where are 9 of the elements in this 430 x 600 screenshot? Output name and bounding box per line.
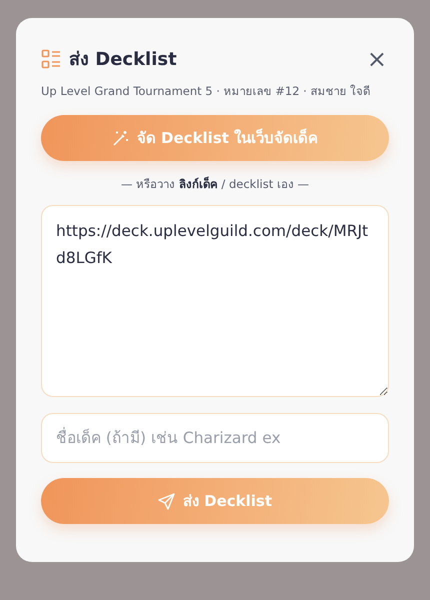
dialog-title: ส่ง Decklist <box>69 48 178 72</box>
list-icon <box>41 48 61 68</box>
close-button[interactable]: × <box>364 46 389 70</box>
decklist-field[interactable]: https://deck.uplevelguild.com/deck/MRJtd8LGfK <box>41 205 389 397</box>
divider-text: — หรือวาง ลิงก์เด็ค / decklist เอง — <box>120 176 310 193</box>
send-icon <box>158 492 175 510</box>
deck-name-field[interactable]: ชื่อเด็ค (ถ้ามี) เช่น Charizard ex <box>41 413 389 463</box>
dialog-subtitle: Up Level Grand Tournament 5 · หมายเลข #12 · สมชาย ใจดี <box>41 83 372 100</box>
magic-wand-icon <box>112 130 129 146</box>
